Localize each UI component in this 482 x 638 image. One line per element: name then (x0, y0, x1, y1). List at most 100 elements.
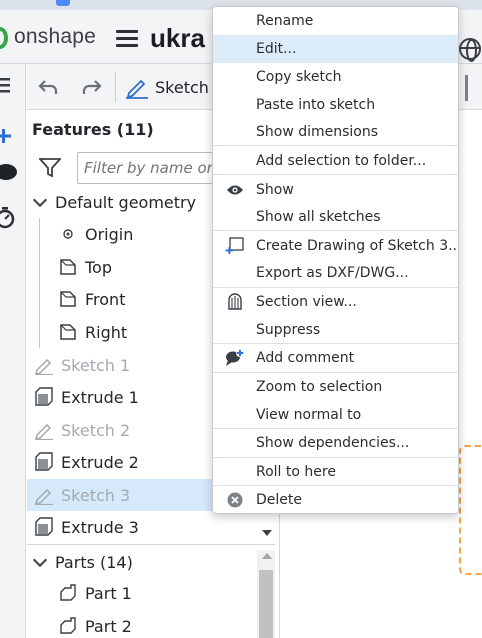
plane-label: Front (85, 289, 126, 309)
delete-icon (225, 491, 245, 509)
browser-tab-fragment[interactable] (56, 0, 70, 6)
menu-item-add-selection-to-folder[interactable]: Add selection to folder... (213, 147, 458, 175)
feature-context-menu: Rename Edit... Copy sketch Paste into sk… (212, 6, 459, 514)
feature-label: Sketch 2 (61, 420, 131, 440)
part-item-2[interactable]: Part 2 (27, 610, 275, 638)
brand-name[interactable]: onshape (14, 25, 96, 49)
feature-label: Extrude 2 (61, 452, 139, 472)
menu-item-create-drawing[interactable]: Create Drawing of Sketch 3... (213, 232, 458, 260)
menu-item-label: Export as DXF/DWG... (256, 265, 409, 281)
parts-header: Parts (14) (55, 552, 133, 572)
plane-label: Top (85, 257, 112, 277)
menu-item-paste-into-sketch[interactable]: Paste into sketch (213, 91, 458, 119)
origin-label: Origin (85, 224, 134, 244)
part-label: Part 2 (85, 616, 132, 636)
extrude-icon (33, 516, 55, 538)
document-title[interactable]: ukra (150, 23, 205, 54)
plane-icon (57, 256, 79, 278)
menu-separator (213, 174, 458, 175)
chevron-down-icon[interactable] (32, 552, 48, 568)
feature-label: Extrude 3 (61, 517, 139, 537)
scroll-down-arrow-icon[interactable] (262, 530, 272, 536)
menu-item-roll-to-here[interactable]: Roll to here (213, 458, 458, 486)
menu-item-label: Paste into sketch (256, 97, 376, 113)
menu-item-delete[interactable]: Delete (213, 486, 458, 513)
menu-item-suppress[interactable]: Suppress (213, 316, 458, 344)
menu-item-copy-sketch[interactable]: Copy sketch (213, 63, 458, 91)
menu-item-label: Edit... (256, 41, 297, 57)
appearance-icon[interactable] (0, 160, 18, 184)
menu-item-label: Delete (256, 492, 302, 508)
default-geometry-label: Default geometry (55, 192, 197, 212)
parts-scroll-thumb[interactable] (259, 570, 273, 638)
redo-icon (82, 80, 102, 94)
menu-item-rename[interactable]: Rename (213, 7, 458, 35)
part-icon (57, 582, 79, 604)
undo-icon (38, 80, 58, 94)
graphics-toolbar-edge (465, 75, 468, 101)
redo-button[interactable] (77, 72, 107, 102)
hamburger-menu-icon[interactable] (116, 30, 138, 48)
feature-label: Sketch 1 (61, 355, 131, 375)
onshape-logo-icon (0, 27, 8, 49)
pencil-icon (126, 79, 148, 99)
menu-separator (213, 230, 458, 231)
section-view-icon (225, 293, 245, 311)
menu-item-zoom-to-selection[interactable]: Zoom to selection (213, 373, 458, 401)
menu-item-label: Zoom to selection (256, 379, 383, 395)
left-icon-rail (0, 64, 26, 638)
comment-icon (225, 349, 245, 367)
plane-icon (57, 288, 79, 310)
plane-label: Right (85, 322, 128, 342)
chevron-down-icon[interactable] (32, 192, 48, 208)
eye-icon (225, 181, 245, 199)
menu-item-show-all-sketches[interactable]: Show all sketches (213, 203, 458, 231)
panel-divider (27, 544, 275, 545)
menu-item-label: View normal to (256, 407, 362, 423)
stopwatch-icon[interactable] (0, 206, 18, 230)
extrude-icon (33, 386, 55, 408)
menu-separator (213, 145, 458, 146)
feature-label: Sketch 3 (61, 485, 131, 505)
menu-item-edit[interactable]: Edit... (213, 35, 458, 63)
menu-item-view-normal-to[interactable]: View normal to (213, 401, 458, 429)
create-drawing-icon (225, 237, 245, 255)
menu-item-section-view[interactable]: Section view... (213, 288, 458, 316)
menu-item-label: Show (256, 182, 294, 198)
extrude-icon (33, 451, 55, 473)
sketch-geometry-fragment[interactable] (459, 445, 482, 575)
menu-item-export-dxf[interactable]: Export as DXF/DWG... (213, 259, 458, 287)
menu-item-add-comment[interactable]: Add comment (213, 344, 458, 372)
menu-item-label: Show dependencies... (256, 435, 410, 451)
menu-item-show-dependencies[interactable]: Show dependencies... (213, 429, 458, 457)
menu-item-show-dimensions[interactable]: Show dimensions (213, 118, 458, 146)
sketch-button-label: Sketch (155, 77, 209, 97)
feature-item-extrude-3[interactable]: Extrude 3 (27, 511, 275, 543)
filter-icon[interactable] (39, 158, 61, 178)
sketch-pencil-icon (33, 354, 55, 376)
menu-item-label: Rename (256, 13, 314, 29)
menu-item-label: Add comment (256, 350, 355, 366)
globe-icon[interactable] (459, 38, 481, 62)
menu-item-show[interactable]: Show (213, 176, 458, 204)
menu-item-label: Show dimensions (256, 124, 379, 140)
undo-button[interactable] (33, 72, 63, 102)
part-icon (57, 615, 79, 637)
plane-icon (57, 321, 79, 343)
menu-item-label: Copy sketch (256, 69, 342, 85)
parts-group[interactable]: Parts (14) (27, 546, 275, 578)
features-header: Features (11) (32, 120, 154, 139)
sketch-pencil-icon (33, 484, 55, 506)
add-icon[interactable] (0, 124, 18, 148)
origin-icon (57, 223, 79, 245)
menu-item-label: Add selection to folder... (256, 153, 427, 169)
scroll-up-arrow-icon[interactable] (262, 553, 272, 559)
part-label: Part 1 (85, 583, 132, 603)
menu-item-label: Suppress (256, 322, 321, 338)
part-item-1[interactable]: Part 1 (27, 577, 275, 609)
menu-item-label: Show all sketches (256, 209, 381, 225)
feature-label: Extrude 1 (61, 387, 139, 407)
menu-item-label: Section view... (256, 294, 357, 310)
feature-list-icon[interactable] (0, 74, 18, 98)
sketch-button[interactable]: Sketch (125, 72, 209, 102)
